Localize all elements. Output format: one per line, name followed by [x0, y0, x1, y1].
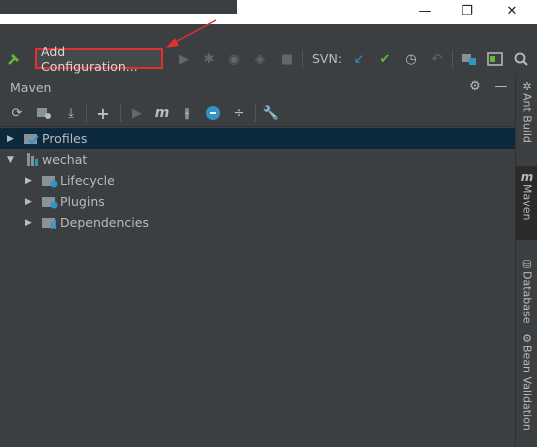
maven-settings-icon[interactable]: 🔧	[262, 104, 280, 122]
tab-label: Bean Validation	[520, 345, 534, 431]
tab-bean-validation[interactable]: ⚙ Bean Validation	[516, 332, 537, 442]
tree-item-lifecycle[interactable]: ▶ Lifecycle	[0, 170, 515, 191]
tree-item-profiles[interactable]: ▶ Profiles	[0, 128, 515, 149]
expand-arrow-icon[interactable]: ▶	[25, 218, 32, 228]
right-tool-strip: ✲ Ant Build m Maven ⛁ Database ⚙ Bean Va…	[515, 74, 537, 447]
toggle-offline-icon[interactable]: ⫲	[178, 104, 196, 122]
expand-arrow-icon[interactable]: ▶	[25, 197, 32, 207]
toolbar-separator	[255, 104, 256, 122]
run-maven-build-icon[interactable]: ▶	[128, 104, 146, 122]
hide-panel-icon[interactable]: —	[492, 77, 510, 95]
annotation-arrow-icon	[166, 19, 217, 48]
maven-tree-area: ▶ Profiles ▼ wechat ▶ Lifecycle ▶ Plugin…	[0, 127, 515, 447]
add-project-icon[interactable]: +	[94, 104, 112, 123]
tab-maven[interactable]: m Maven	[516, 166, 537, 240]
maven-project-icon	[24, 152, 40, 170]
expand-arrow-icon[interactable]: ▶	[25, 176, 32, 186]
tree-item-label: Lifecycle	[60, 173, 115, 188]
profiles-icon	[24, 132, 40, 149]
collapse-all-icon[interactable]: ÷	[230, 104, 248, 122]
tab-database[interactable]: ⛁ Database	[516, 258, 537, 338]
tree-item-plugins[interactable]: ▶ Plugins	[0, 191, 515, 212]
maven-panel-header	[0, 74, 515, 99]
maven-icon: m	[520, 170, 534, 184]
database-icon: ⛁	[522, 258, 532, 271]
panel-title: Maven	[10, 80, 52, 95]
tree-item-label: Dependencies	[60, 215, 149, 230]
toolbar-separator	[86, 104, 87, 122]
lifecycle-folder-icon	[42, 174, 58, 191]
generate-sources-icon[interactable]	[35, 104, 53, 122]
tree-item-label: Profiles	[42, 131, 88, 146]
tree-item-wechat[interactable]: ▼ wechat	[0, 149, 515, 170]
ant-icon: ✲	[522, 80, 532, 93]
tab-label: Ant Build	[520, 93, 534, 143]
skip-tests-icon[interactable]	[204, 104, 222, 122]
reimport-icon[interactable]: ⟳	[8, 104, 26, 122]
collapse-arrow-icon[interactable]: ▼	[7, 155, 14, 165]
tree-item-dependencies[interactable]: ▶ Dependencies	[0, 212, 515, 233]
tree-item-label: wechat	[42, 152, 88, 167]
gear-icon[interactable]: ⚙	[466, 77, 484, 95]
tab-ant-build[interactable]: ✲ Ant Build	[516, 80, 537, 160]
tab-label: Database	[520, 271, 534, 324]
tab-label: Maven	[520, 184, 534, 221]
toolbar-separator	[120, 104, 121, 122]
expand-arrow-icon[interactable]: ▶	[7, 134, 14, 144]
download-sources-icon[interactable]: ⤓	[62, 104, 80, 122]
execute-maven-goal-icon[interactable]: m	[153, 104, 171, 122]
bean-validation-icon: ⚙	[522, 332, 532, 345]
plugins-folder-icon	[42, 195, 58, 212]
dependencies-folder-icon	[42, 216, 58, 233]
tree-item-label: Plugins	[60, 194, 105, 209]
